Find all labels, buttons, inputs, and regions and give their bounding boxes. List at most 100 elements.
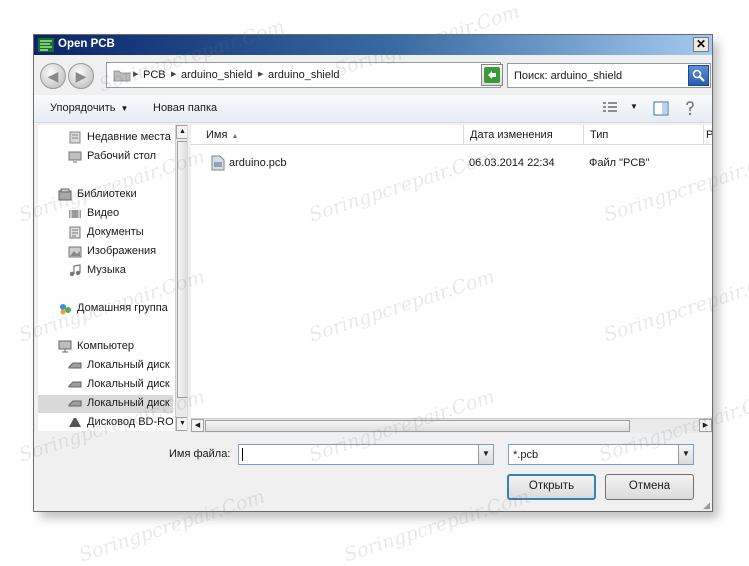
breadcrumb-arduino-shield[interactable]: arduino_shield [181, 69, 253, 81]
sidebar-item-recent-places[interactable]: Недавние места [38, 129, 173, 147]
breadcrumb-separator-icon[interactable]: ▶ [133, 70, 138, 78]
sidebar-item-label: Дисковод BD-RO [87, 416, 173, 428]
bd-rom-icon [69, 418, 81, 427]
desktop-icon [68, 151, 82, 163]
sidebar-item-label: Библиотеки [77, 188, 137, 200]
preview-pane-icon[interactable] [653, 101, 669, 116]
scroll-up-icon[interactable]: ▲ [176, 125, 187, 139]
breadcrumb-separator-icon[interactable]: ▶ [258, 70, 263, 78]
scrollbar-thumb[interactable] [177, 141, 187, 398]
sidebar-item-local-disk-1[interactable]: Локальный диск [38, 357, 173, 375]
folder-icon [113, 70, 131, 82]
sidebar-item-images[interactable]: Изображения [38, 243, 173, 261]
file-type: Файл "PCB" [589, 157, 650, 169]
file-list-horizontal-scrollbar[interactable]: ◀ ▶ [191, 418, 712, 433]
recent-places-icon [69, 131, 81, 144]
sidebar-item-label: Изображения [87, 245, 157, 257]
sidebar-item-homegroup[interactable]: Домашняя группа [38, 300, 173, 318]
sidebar-item-video[interactable]: Видео [38, 205, 173, 223]
breadcrumb-pcb[interactable]: PCB [143, 69, 166, 81]
close-button[interactable]: ✕ [693, 37, 709, 52]
sidebar-item-local-disk-2[interactable]: Локальный диск [38, 376, 173, 394]
filetype-value: *.pcb [513, 449, 539, 461]
close-icon: ✕ [695, 37, 707, 51]
breadcrumb-separator-icon[interactable]: ▶ [171, 70, 176, 78]
music-icon [69, 264, 81, 277]
forward-button[interactable]: ▶ [68, 63, 94, 89]
sidebar-item-local-disk-3[interactable]: Локальный диск [38, 395, 173, 413]
command-toolbar: Упорядочить ▼ Новая папка ▼ [34, 95, 712, 123]
back-button[interactable]: ◀ [40, 63, 66, 89]
new-folder-button[interactable]: Новая папка [153, 102, 217, 114]
search-input[interactable]: Поиск: arduino_shield [507, 63, 711, 88]
app-icon [38, 38, 54, 52]
refresh-icon [484, 67, 500, 83]
title-bar[interactable]: Open PCB ✕ [34, 35, 712, 55]
view-options-icon[interactable] [602, 101, 618, 115]
navigation-pane[interactable]: Недавние места Рабочий стол Библиотеки В… [38, 125, 188, 431]
scrollbar-thumb[interactable] [205, 420, 630, 432]
scroll-left-icon[interactable]: ◀ [191, 419, 204, 432]
search-button[interactable] [688, 65, 709, 86]
sidebar-vertical-scrollbar[interactable]: ▲ ▼ [175, 125, 187, 431]
navigation-bar: ◀ ▶ ▶ PCB ▶ arduino_shield ▶ arduino_shi… [34, 57, 712, 93]
scroll-down-icon[interactable]: ▼ [176, 417, 187, 431]
documents-icon [69, 226, 81, 239]
back-arrow-icon: ◀ [47, 67, 59, 84]
chevron-down-icon[interactable]: ▼ [478, 445, 493, 464]
disk-icon [68, 381, 82, 388]
sidebar-item-documents[interactable]: Документы [38, 224, 173, 242]
resize-grip-icon[interactable]: ◢ [703, 500, 710, 511]
cancel-button[interactable]: Отмена [605, 474, 694, 500]
sidebar-item-label: Локальный диск [87, 359, 170, 371]
disk-icon [68, 400, 82, 407]
column-header-size[interactable]: Р [704, 125, 712, 145]
open-button[interactable]: Открыть [507, 474, 596, 500]
filename-label: Имя файла: [169, 448, 231, 460]
sidebar-item-label: Домашняя группа [77, 302, 168, 314]
filename-input[interactable]: ▼ [238, 444, 494, 465]
sidebar-item-label: Рабочий стол [87, 150, 157, 162]
column-header-date[interactable]: Дата изменения [464, 125, 584, 145]
file-list[interactable]: Имя▲ Дата изменения Тип Р arduino.pcb 06… [191, 125, 712, 433]
help-icon[interactable] [684, 101, 696, 116]
organize-label: Упорядочить [50, 102, 116, 114]
sidebar-item-desktop[interactable]: Рабочий стол [38, 148, 173, 166]
libraries-icon [58, 188, 72, 201]
file-icon [211, 155, 225, 171]
dialog-footer: Имя файла: ▼ *.pcb ▼ Открыть Отмена ◢ [34, 435, 712, 513]
scroll-right-icon[interactable]: ▶ [699, 419, 712, 432]
sidebar-item-label: Музыка [87, 264, 126, 276]
filetype-select[interactable]: *.pcb ▼ [508, 444, 694, 465]
column-header-name[interactable]: Имя ▲ [191, 125, 464, 145]
file-date: 06.03.2014 22:34 [469, 157, 555, 169]
address-bar[interactable]: ▶ PCB ▶ arduino_shield ▶ arduino_shield … [106, 62, 501, 88]
organize-button[interactable]: Упорядочить ▼ [50, 102, 128, 114]
sidebar-item-label: Недавние места [87, 131, 171, 143]
sidebar-item-label: Локальный диск [87, 378, 170, 390]
disk-icon [68, 362, 82, 369]
column-header-label: Имя [206, 129, 228, 141]
file-name: arduino.pcb [229, 157, 287, 169]
column-header-type[interactable]: Тип [584, 125, 704, 145]
chevron-down-icon: ▼ [120, 104, 129, 113]
sidebar-item-libraries[interactable]: Библиотеки [38, 186, 173, 204]
refresh-button[interactable] [481, 64, 503, 86]
search-placeholder: Поиск: arduino_shield [514, 70, 623, 82]
table-row[interactable]: arduino.pcb 06.03.2014 22:34 Файл "PCB" [191, 155, 712, 173]
sidebar-item-label: Компьютер [77, 340, 134, 352]
sidebar-item-computer[interactable]: Компьютер [38, 338, 173, 356]
chevron-down-icon[interactable]: ▼ [678, 445, 693, 464]
video-icon [69, 210, 81, 218]
computer-icon [58, 340, 72, 353]
sidebar-item-music[interactable]: Музыка [38, 262, 173, 280]
view-dropdown-icon[interactable]: ▼ [630, 102, 638, 111]
breadcrumb-arduino-shield-current[interactable]: arduino_shield [268, 69, 340, 81]
open-pcb-dialog: Open PCB ✕ ◀ ▶ ▶ PCB ▶ arduino_shield ▶ … [33, 34, 713, 512]
sidebar-item-label: Видео [87, 207, 120, 219]
search-icon [692, 69, 705, 82]
homegroup-icon [60, 304, 71, 315]
sidebar-item-bd-rom[interactable]: Дисковод BD-RO [38, 414, 173, 431]
sidebar-item-label: Документы [87, 226, 144, 238]
sort-ascending-icon: ▲ [231, 133, 239, 140]
